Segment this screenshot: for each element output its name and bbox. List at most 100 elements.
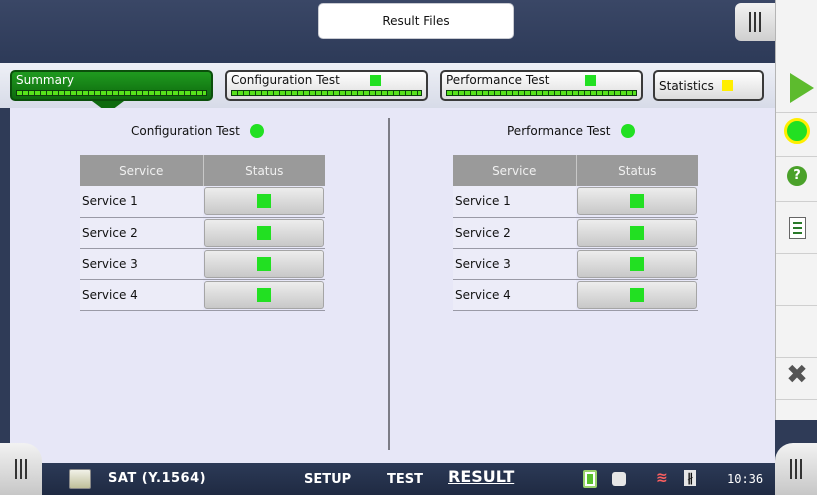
battery-icon [583, 470, 597, 488]
close-icon: ✖ [786, 359, 808, 390]
status-button[interactable] [204, 249, 324, 278]
help-icon: ? [787, 165, 807, 186]
usb-icon [612, 472, 626, 486]
grip-icon [749, 12, 761, 32]
tab-statistics-label: Statistics [659, 78, 714, 93]
column-header-service: Service [453, 155, 577, 186]
status-button[interactable] [577, 187, 697, 216]
app-name[interactable]: SAT (Y.1564) [108, 471, 206, 486]
performance-test-title: Performance Test [507, 124, 611, 138]
tabs-row: Summary Configuration Test Performance T… [0, 63, 775, 113]
service-name: Service 2 [453, 217, 576, 249]
nav-test[interactable]: TEST [387, 472, 423, 487]
nav-setup[interactable]: SETUP [304, 472, 351, 487]
performance-status-icon [585, 75, 596, 86]
configuration-service-table: Service Status Service 1 Service 2 Servi… [80, 155, 325, 311]
tab-performance-label: Performance Test [446, 73, 550, 87]
column-header-status: Status [203, 155, 325, 186]
status-indicator-icon [784, 117, 810, 144]
nav-result[interactable]: RESULT [448, 467, 514, 486]
service-name: Service 1 [453, 186, 576, 218]
tab-configuration-label: Configuration Test [231, 73, 340, 87]
tab-performance-test[interactable]: Performance Test [440, 70, 643, 101]
wifi-icon: ≋ [656, 470, 668, 486]
service-name: Service 4 [453, 279, 576, 311]
configuration-test-heading: Configuration Test [131, 124, 264, 138]
status-cell [576, 248, 698, 280]
table-header-row: Service Status [80, 155, 325, 186]
report-icon [788, 216, 806, 239]
panel-divider [388, 118, 390, 450]
configuration-progress-bar [231, 90, 422, 96]
pass-status-icon [630, 194, 644, 209]
pass-status-icon [257, 287, 271, 302]
status-button[interactable] [577, 249, 697, 278]
left-edge [0, 108, 10, 463]
configuration-test-status-icon [249, 124, 264, 138]
sidebar-empty-slot [776, 254, 817, 306]
performance-test-status-icon [620, 124, 635, 138]
service-name: Service 4 [80, 279, 203, 311]
summary-content: Configuration Test Service Status Servic… [10, 108, 775, 463]
tab-statistics[interactable]: Statistics [653, 70, 764, 101]
status-button[interactable] [577, 280, 697, 309]
table-header-row: Service Status [453, 155, 698, 186]
pass-status-icon [257, 194, 271, 209]
summary-progress-bar [16, 90, 207, 96]
status-cell [203, 279, 325, 311]
tab-summary[interactable]: Summary [10, 70, 213, 113]
column-header-status: Status [576, 155, 698, 186]
pass-status-icon [630, 256, 644, 271]
table-row: Service 1 [453, 186, 698, 218]
report-button[interactable] [776, 202, 817, 254]
result-files-title[interactable]: Result Files [318, 3, 514, 39]
right-sidebar: ? ✖ [775, 0, 817, 420]
grip-icon [790, 459, 802, 479]
table-row: Service 3 [80, 248, 325, 280]
start-test-icon [790, 72, 814, 103]
statistics-status-icon [721, 80, 733, 91]
column-header-service: Service [80, 155, 204, 186]
tab-configuration-test[interactable]: Configuration Test [225, 70, 428, 101]
help-button[interactable]: ? [776, 150, 817, 202]
status-cell [203, 217, 325, 249]
table-row: Service 2 [453, 217, 698, 249]
bottom-status-bar: SAT (Y.1564) SETUP TEST RESULT ≋ ∦ 10:36 [0, 463, 817, 495]
status-button[interactable] [577, 218, 697, 247]
panel-handle[interactable] [735, 3, 775, 41]
status-cell [576, 186, 698, 218]
service-name: Service 2 [80, 217, 203, 249]
service-name: Service 3 [453, 248, 576, 280]
table-row: Service 3 [453, 248, 698, 280]
status-button[interactable] [204, 187, 324, 216]
performance-progress-bar [446, 90, 637, 96]
right-menu-handle[interactable] [775, 443, 817, 495]
configuration-test-title: Configuration Test [131, 124, 240, 138]
pass-status-icon [257, 256, 271, 271]
pass-status-icon [630, 287, 644, 302]
table-row: Service 2 [80, 217, 325, 249]
clock: 10:36 [727, 472, 764, 486]
table-row: Service 4 [80, 279, 325, 311]
bluetooth-icon: ∦ [684, 470, 696, 486]
tab-summary-label: Summary [16, 73, 74, 87]
status-cell [576, 279, 698, 311]
grip-icon [15, 459, 27, 479]
performance-test-heading: Performance Test [507, 124, 635, 138]
app-icon[interactable] [69, 469, 91, 489]
table-row: Service 1 [80, 186, 325, 218]
pass-status-icon [257, 225, 271, 240]
configuration-status-icon [370, 75, 381, 86]
status-cell [203, 248, 325, 280]
status-button[interactable] [204, 280, 324, 309]
performance-service-table: Service Status Service 1 Service 2 Servi… [453, 155, 698, 311]
table-row: Service 4 [453, 279, 698, 311]
status-button[interactable] [204, 218, 324, 247]
close-button[interactable]: ✖ [776, 350, 817, 400]
pass-status-icon [630, 225, 644, 240]
service-name: Service 3 [80, 248, 203, 280]
service-name: Service 1 [80, 186, 203, 218]
left-menu-handle[interactable] [0, 443, 42, 495]
status-cell [203, 186, 325, 218]
status-cell [576, 217, 698, 249]
